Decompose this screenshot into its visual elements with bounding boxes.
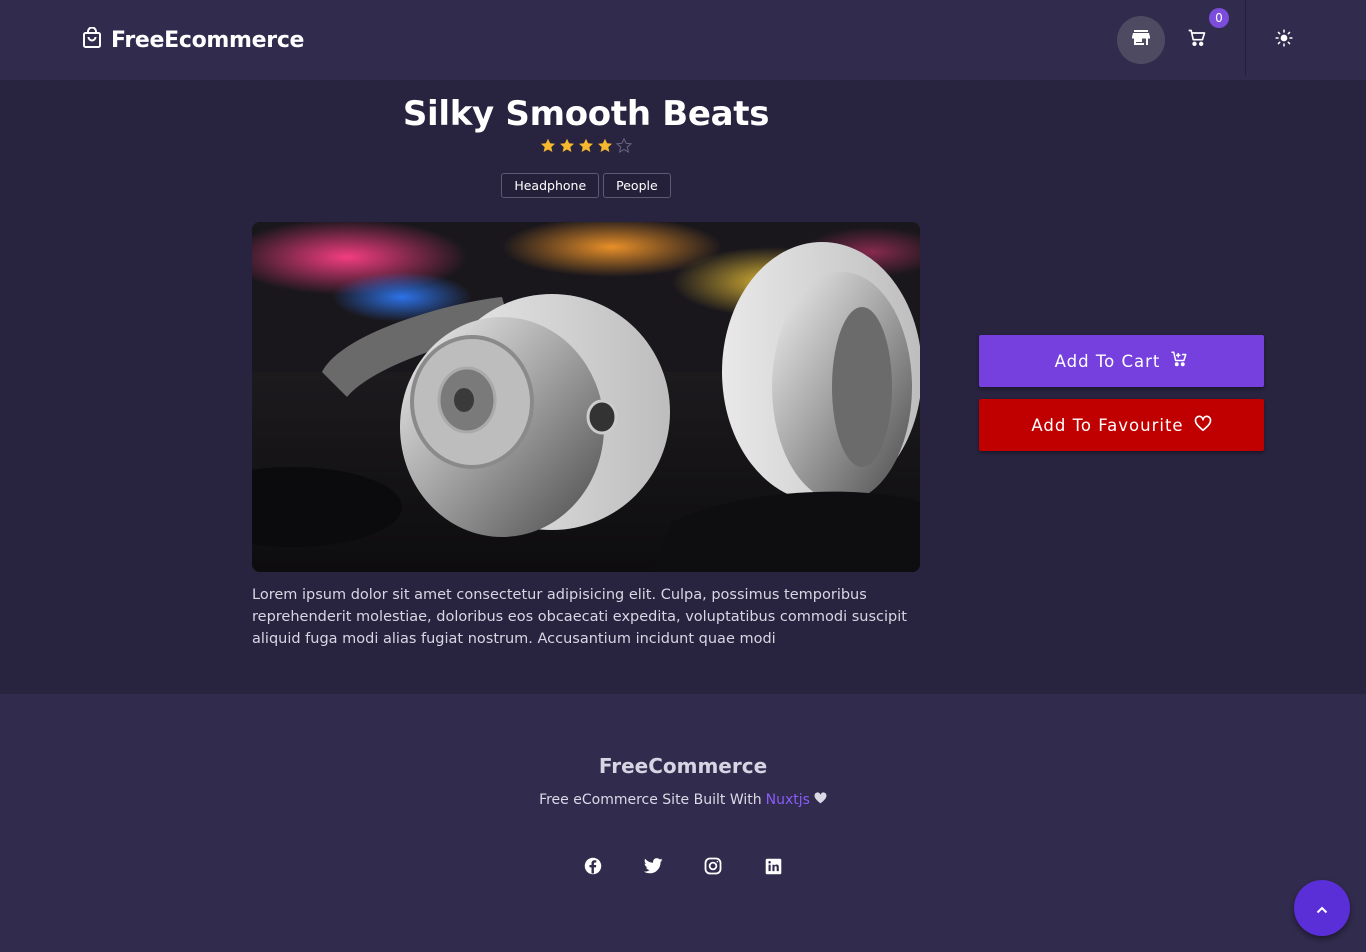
star-filled-icon	[560, 138, 574, 152]
facebook-icon[interactable]	[583, 856, 603, 876]
product-description: Lorem ipsum dolor sit amet consectetur a…	[252, 587, 907, 647]
star-filled-icon	[541, 138, 555, 152]
product-title: Silky Smooth Beats	[402, 94, 770, 134]
footer-tagline-text: Free eCommerce Site Built With	[539, 792, 762, 808]
cart-count-badge: 0	[1209, 8, 1229, 28]
social-links	[0, 856, 1366, 876]
store-button[interactable]	[1117, 16, 1165, 64]
heart-filled-icon	[814, 792, 827, 808]
footer-tagline: Free eCommerce Site Built With Nuxtjs	[0, 792, 1366, 808]
site-header: FreeEcommerce 0	[0, 0, 1366, 80]
star-filled-icon	[579, 138, 593, 152]
twitter-icon[interactable]	[643, 856, 663, 876]
chevron-up-icon	[1316, 899, 1328, 918]
nuxtjs-link[interactable]: Nuxtjs	[766, 792, 810, 808]
tag-headphone[interactable]: Headphone	[501, 173, 600, 198]
add-to-cart-label: Add To Cart	[1054, 351, 1161, 371]
instagram-icon[interactable]	[703, 856, 723, 876]
brand-logo[interactable]: FreeEcommerce	[82, 26, 304, 54]
product-tags: Headphone People	[252, 173, 920, 198]
cart-icon	[1187, 28, 1207, 52]
star-empty-icon	[616, 138, 632, 153]
footer-brand: FreeCommerce	[598, 754, 768, 778]
brand-name: FreeEcommerce	[111, 27, 305, 53]
heart-icon	[1194, 415, 1212, 436]
add-to-favourite-label: Add To Favourite	[1031, 415, 1184, 435]
store-icon	[1132, 30, 1150, 50]
sun-icon	[1275, 29, 1293, 51]
theme-toggle-button[interactable]	[1260, 16, 1308, 64]
tag-people: People	[603, 173, 671, 198]
scroll-to-top-button[interactable]	[1294, 880, 1350, 936]
star-filled-icon	[598, 138, 612, 152]
shopping-bag-icon	[82, 26, 102, 53]
cart-plus-icon	[1170, 350, 1188, 372]
linkedin-icon[interactable]	[763, 856, 783, 876]
add-to-favourite-button[interactable]: Add To Favourite	[979, 399, 1264, 451]
header-divider	[1245, 0, 1246, 76]
product-image	[252, 222, 920, 572]
add-to-cart-button[interactable]: Add To Cart	[979, 335, 1264, 387]
product-rating	[252, 138, 920, 154]
site-footer: FreeCommerce Free eCommerce Site Built W…	[0, 694, 1366, 952]
